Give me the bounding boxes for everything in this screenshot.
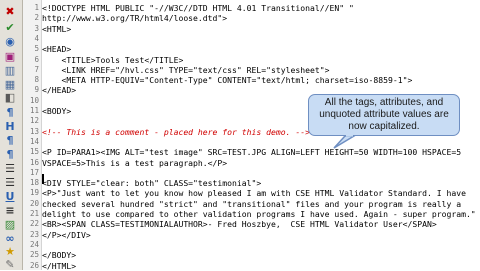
list-icon[interactable]: ☰ <box>3 176 17 189</box>
line-number: 25 <box>29 250 39 260</box>
link-icon[interactable]: ∞ <box>3 232 17 245</box>
line-number: 17 <box>29 167 39 177</box>
line-number: 15 <box>29 147 39 157</box>
line-number: 24 <box>29 239 39 249</box>
line-number: 22 <box>29 219 39 229</box>
close-icon[interactable]: ✖ <box>3 5 17 18</box>
list-icon[interactable]: ≡ <box>3 204 17 217</box>
line-number: 5 <box>34 44 39 54</box>
line-number: 16 <box>29 157 39 167</box>
code-line[interactable]: <LINK HREF="/hvl.css" TYPE="text/css" RE… <box>42 65 329 75</box>
line-number: 21 <box>29 209 39 218</box>
code-line[interactable]: <P>"Just want to let you know how please… <box>42 188 466 198</box>
heading-icon[interactable]: H <box>3 120 17 133</box>
code-line[interactable]: <BR><SPAN CLASS=TESTIMONIALAUTHOR>- Fred… <box>42 219 437 229</box>
code-line[interactable]: <HEAD> <box>42 44 71 54</box>
line-number: 19 <box>29 188 39 198</box>
paragraph-icon[interactable]: ¶ <box>3 148 17 161</box>
line-number: 20 <box>29 198 39 208</box>
line-number: 4 <box>34 33 39 43</box>
code-line[interactable]: <BODY> <box>42 106 71 116</box>
code-line[interactable]: </P></DIV> <box>42 230 91 240</box>
image-icon[interactable]: ▨ <box>3 218 17 231</box>
code-line[interactable]: <!-- This is a comment - placed here for… <box>42 127 310 137</box>
color-icon[interactable]: ▣ <box>3 50 17 63</box>
line-number: 7 <box>34 64 39 74</box>
code-line[interactable]: http://www.w3.org/TR/html4/loose.dtd"> <box>42 13 227 23</box>
left-toolbar: ✖ ✔ ◉ ▣ ▥ ▦ ◧ ¶ H ¶ ¶ ☰ ☰ U ≡ ▨ ∞ ★ ✎ <box>0 0 23 271</box>
table-icon[interactable]: ▦ <box>3 78 17 91</box>
line-number: 26 <box>29 260 39 270</box>
line-number: 10 <box>29 95 39 105</box>
line-number: 6 <box>34 54 39 64</box>
line-number: 11 <box>29 106 39 115</box>
code-line[interactable]: <META HTTP-EQUIV="Content-Type" CONTENT=… <box>42 75 412 85</box>
code-line[interactable]: </BODY> <box>42 250 76 260</box>
line-number: 18 <box>29 178 39 188</box>
paragraph-icon[interactable]: ¶ <box>3 134 17 147</box>
list-icon[interactable]: ☰ <box>3 162 17 175</box>
code-line[interactable]: VSPACE=5>This is a test paragraph.</P> <box>42 158 227 168</box>
line-number: 23 <box>29 229 39 239</box>
code-line[interactable]: </HEAD> <box>42 85 76 95</box>
star-icon[interactable]: ★ <box>3 245 17 258</box>
line-number: 2 <box>34 13 39 23</box>
code-icon[interactable]: ◧ <box>3 91 17 104</box>
edit-icon[interactable]: ✎ <box>3 258 17 271</box>
book-icon[interactable]: ▥ <box>3 64 17 77</box>
line-number: 3 <box>34 23 39 33</box>
code-line[interactable]: <DIV STYLE="clear: both" CLASS="testimon… <box>42 178 261 188</box>
check-icon[interactable]: ✔ <box>3 21 17 34</box>
code-line[interactable]: <!DOCTYPE HTML PUBLIC "-//W3C//DTD HTML … <box>42 3 354 13</box>
eye-icon[interactable]: ◉ <box>3 35 17 48</box>
paragraph-icon[interactable]: ¶ <box>3 106 17 119</box>
underline-icon[interactable]: U <box>3 190 17 203</box>
code-line[interactable]: checked several hundred "strict" and "tr… <box>42 199 461 209</box>
info-callout: All the tags, attributes, and unquoted a… <box>308 94 460 136</box>
line-number: 8 <box>34 75 39 85</box>
code-line[interactable]: <P ID=PARA1><IMG ALT="test image" SRC=TE… <box>42 147 461 157</box>
line-number: 1 <box>34 3 39 12</box>
line-number: 14 <box>29 136 39 146</box>
line-number: 12 <box>29 116 39 126</box>
line-number: 13 <box>29 126 39 136</box>
code-line[interactable]: <TITLE>Tools Test</TITLE> <box>42 55 183 65</box>
code-line[interactable]: <HTML> <box>42 24 71 34</box>
callout-text: All the tags, attributes, and unquoted a… <box>319 97 449 132</box>
line-number: 9 <box>34 85 39 95</box>
code-line[interactable]: </HTML> <box>42 261 76 271</box>
code-line[interactable]: delight to use compared to other validat… <box>42 209 476 219</box>
text-cursor <box>42 174 44 184</box>
